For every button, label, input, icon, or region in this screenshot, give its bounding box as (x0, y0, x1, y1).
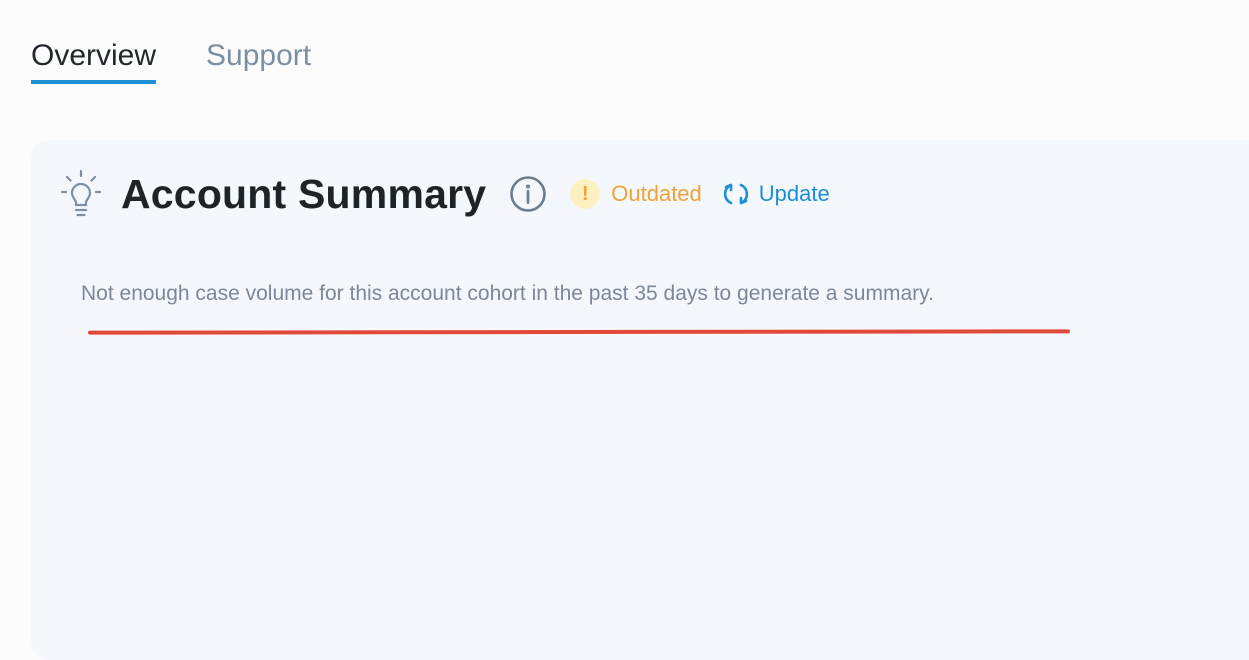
exclamation-icon: ! (570, 179, 601, 209)
update-button[interactable]: Update (722, 179, 830, 209)
summary-message: Not enough case volume for this account … (81, 282, 934, 305)
card-header: Account Summary ! Outdated Update (59, 168, 830, 220)
refresh-icon (722, 179, 750, 209)
status-badge: ! Outdated (570, 179, 702, 209)
card-title: Account Summary (121, 170, 487, 217)
status-label: Outdated (611, 181, 702, 206)
tab-support[interactable]: Support (206, 36, 311, 84)
info-icon[interactable] (508, 174, 548, 214)
lightbulb-icon (59, 168, 103, 220)
account-summary-card: Account Summary ! Outdated Update Not en… (31, 140, 1249, 660)
update-label: Update (758, 181, 830, 206)
annotation-underline (87, 329, 1071, 335)
tab-bar: Overview Support (31, 36, 361, 84)
tab-overview[interactable]: Overview (31, 36, 157, 84)
